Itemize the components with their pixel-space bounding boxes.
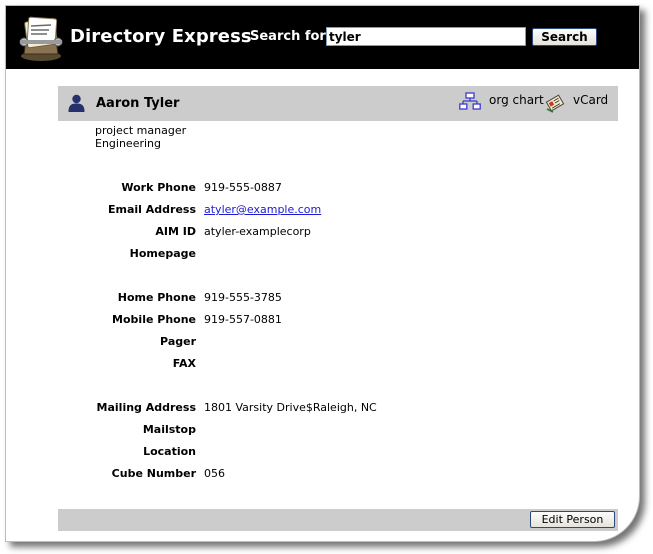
home-phone-value: 919-555-3785 bbox=[204, 291, 282, 304]
location-label: Location bbox=[143, 445, 196, 458]
pager-label: Pager bbox=[160, 335, 196, 348]
fax-label: FAX bbox=[172, 357, 196, 370]
home-phone-label: Home Phone bbox=[117, 291, 196, 304]
email-address-label: Email Address bbox=[107, 203, 196, 216]
mailing-address-label: Mailing Address bbox=[96, 401, 196, 414]
work-phone-label: Work Phone bbox=[121, 181, 196, 194]
contact-details: Work Phone 919-555-0887 Email Address atyle… bbox=[6, 6, 639, 541]
aim-id-label: AIM ID bbox=[155, 225, 196, 238]
work-phone-value: 919-555-0887 bbox=[204, 181, 282, 194]
mailing-address-value: 1801 Varsity Drive$Raleigh, NC bbox=[204, 401, 377, 414]
mailstop-label: Mailstop bbox=[142, 423, 196, 436]
cube-number-value: 056 bbox=[204, 467, 225, 480]
homepage-label: Homepage bbox=[129, 247, 196, 260]
email-address-value[interactable]: atyler@example.com bbox=[204, 203, 321, 216]
mobile-phone-value: 919-557-0881 bbox=[204, 313, 282, 326]
footer-bar: Edit Person bbox=[58, 509, 618, 531]
cube-number-label: Cube Number bbox=[111, 467, 196, 480]
edit-person-button[interactable]: Edit Person bbox=[530, 511, 615, 528]
mobile-phone-label: Mobile Phone bbox=[112, 313, 196, 326]
app-window: Directory Express Search for: Search Aar… bbox=[5, 5, 640, 542]
aim-id-value: atyler-examplecorp bbox=[204, 225, 311, 238]
